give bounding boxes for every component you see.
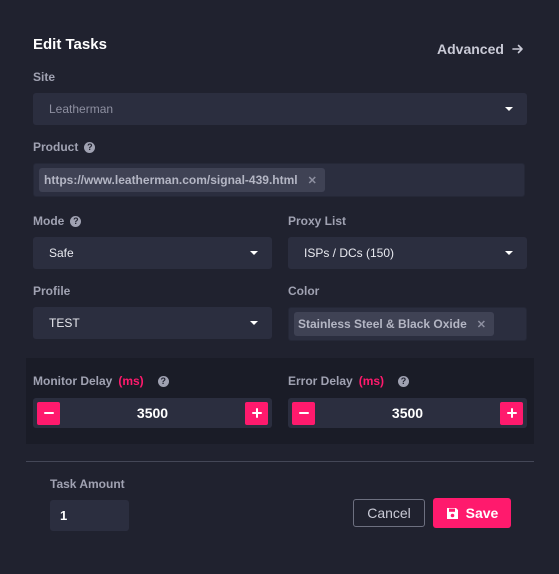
proxy-list-value: ISPs / DCs (150) <box>304 246 395 260</box>
save-label: Save <box>465 505 499 521</box>
error-delay-unit: (ms) <box>358 374 385 388</box>
profile-select[interactable]: TEST <box>33 307 272 339</box>
cancel-button[interactable]: Cancel <box>353 499 425 527</box>
product-input[interactable]: https://www.leatherman.com/signal-439.ht… <box>33 163 525 197</box>
task-amount-label: Task Amount <box>50 477 125 491</box>
monitor-delay-decrement-button[interactable] <box>37 401 60 425</box>
profile-label: Profile <box>33 284 71 298</box>
color-tag: Stainless Steel & Black Oxide ✕ <box>294 312 494 336</box>
footer-divider <box>26 461 534 462</box>
mode-label: Mode ? <box>33 214 82 228</box>
floppy-disk-icon <box>446 507 458 519</box>
site-select[interactable]: Leatherman <box>33 93 527 125</box>
error-delay-increment-button[interactable] <box>500 401 523 425</box>
tag-remove-icon[interactable]: ✕ <box>308 174 317 187</box>
advanced-link[interactable]: Advanced <box>437 41 524 57</box>
proxy-list-label: Proxy List <box>288 214 347 228</box>
mode-select[interactable]: Safe <box>33 237 272 269</box>
error-delay-value[interactable]: 3500 <box>392 405 423 421</box>
error-delay-stepper[interactable]: 3500 <box>288 398 527 428</box>
help-icon[interactable]: ? <box>70 215 82 227</box>
tag-remove-icon[interactable]: ✕ <box>477 318 486 331</box>
save-button[interactable]: Save <box>433 498 511 528</box>
dialog-title: Edit Tasks <box>33 36 107 53</box>
color-tag-text: Stainless Steel & Black Oxide <box>298 317 467 331</box>
arrow-right-icon <box>512 44 523 54</box>
error-delay-label: Error Delay (ms) ? <box>288 374 410 388</box>
monitor-delay-value[interactable]: 3500 <box>137 405 168 421</box>
error-delay-decrement-button[interactable] <box>292 401 315 425</box>
help-icon[interactable]: ? <box>84 141 96 153</box>
plus-icon <box>251 408 262 418</box>
minus-icon <box>43 412 54 414</box>
advanced-label: Advanced <box>437 41 504 57</box>
monitor-delay-unit: (ms) <box>118 374 144 388</box>
color-label: Color <box>288 284 320 298</box>
mode-value: Safe <box>49 246 74 260</box>
product-label: Product ? <box>33 140 96 154</box>
caret-down-icon <box>250 321 258 325</box>
help-icon[interactable]: ? <box>398 375 410 387</box>
help-icon[interactable]: ? <box>157 375 169 387</box>
site-value: Leatherman <box>49 102 114 116</box>
proxy-list-select[interactable]: ISPs / DCs (150) <box>288 237 527 269</box>
site-label: Site <box>33 70 56 84</box>
profile-value: TEST <box>49 316 80 330</box>
product-tag-text: https://www.leatherman.com/signal-439.ht… <box>44 173 298 187</box>
monitor-delay-stepper[interactable]: 3500 <box>33 398 272 428</box>
plus-icon <box>506 408 517 418</box>
caret-down-icon <box>505 251 513 255</box>
monitor-delay-label: Monitor Delay (ms) ? <box>33 374 169 388</box>
minus-icon <box>298 412 309 414</box>
product-tag: https://www.leatherman.com/signal-439.ht… <box>39 168 325 192</box>
task-amount-input[interactable] <box>50 500 129 531</box>
caret-down-icon <box>250 251 258 255</box>
caret-down-icon <box>505 107 513 111</box>
monitor-delay-increment-button[interactable] <box>245 401 268 425</box>
color-input[interactable]: Stainless Steel & Black Oxide ✕ <box>288 307 527 341</box>
